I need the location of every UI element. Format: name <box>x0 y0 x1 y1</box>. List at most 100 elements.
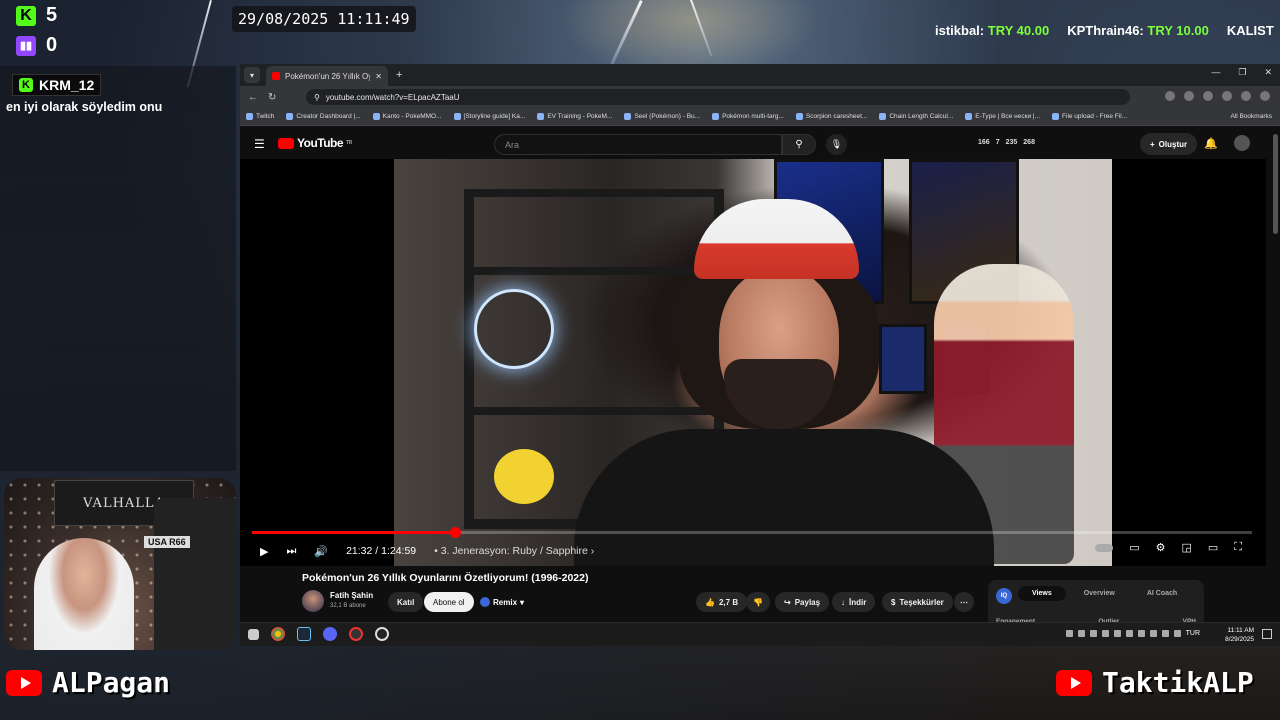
bookmark-icon <box>795 113 803 120</box>
reload-icon[interactable]: ↻ <box>268 92 276 103</box>
bookmark[interactable]: File upload - Free Fil... <box>1052 113 1127 120</box>
taskbar-clock[interactable]: 11:11 AM 8/29/2025 <box>1225 626 1254 644</box>
extension-icon[interactable] <box>1184 91 1194 101</box>
tray-icon[interactable] <box>1125 630 1133 637</box>
app-icon[interactable] <box>375 627 389 641</box>
all-bookmarks[interactable]: All Bookmarks <box>1230 113 1272 120</box>
more-actions-button[interactable]: ⋯ <box>954 592 974 612</box>
menu-icon[interactable] <box>1260 91 1270 101</box>
notifications-bell-icon[interactable]: 🔔 <box>1204 137 1218 150</box>
subscribe-button[interactable]: Abone ol <box>424 592 474 612</box>
tray-icon[interactable] <box>1137 630 1145 637</box>
maximize-button[interactable]: ❐ <box>1238 67 1246 78</box>
obs-icon[interactable] <box>349 627 363 641</box>
tray-icon[interactable] <box>1149 630 1157 637</box>
download-button[interactable]: ↓ İndir <box>832 592 876 612</box>
bookmark[interactable]: Kanto - PokeMMO... <box>372 113 442 120</box>
channel-name[interactable]: Fatih Şahin <box>330 591 373 600</box>
language-indicator[interactable]: TUR <box>1186 630 1200 637</box>
dislike-button[interactable]: 👎 <box>746 592 770 612</box>
plush <box>494 449 554 504</box>
video-player[interactable]: ▶ ⏭ 🔊 21:32 / 1:24:59 • 3. Jenerasyon: R… <box>240 159 1266 566</box>
chrome-icon[interactable] <box>271 627 285 641</box>
hamburger-menu-icon[interactable]: ☰ <box>254 137 265 151</box>
subtitles-icon[interactable]: ▭ <box>1129 541 1139 554</box>
settings-gear-icon[interactable]: ⚙ <box>1156 541 1166 554</box>
download-icon: ↓ <box>841 597 845 607</box>
panel-tabs: Views Overview AI Coach <box>1018 586 1191 601</box>
youtube-logo[interactable]: YouTube TR <box>278 136 352 150</box>
site-info-icon[interactable]: ⚲ <box>314 93 320 102</box>
back-icon[interactable]: ← <box>248 92 258 103</box>
bookmark-icon <box>712 113 720 120</box>
start-icon[interactable] <box>248 628 259 640</box>
progress-bar[interactable] <box>252 527 1252 538</box>
new-tab-button[interactable]: + <box>396 69 402 81</box>
youtube-icon <box>278 137 294 149</box>
share-button[interactable]: ↪ Paylaş <box>775 592 830 612</box>
bookmarks-bar: Twitch Creator Dashboard |... Kanto - Po… <box>240 108 1280 126</box>
steam-icon[interactable] <box>297 627 311 641</box>
bookmark[interactable]: Pokémon multi-targ... <box>712 113 784 120</box>
tray-icon[interactable] <box>1161 630 1169 637</box>
subscriber-count: 32,1 B abone <box>330 603 366 609</box>
bookmark[interactable]: [Storyline guide] Ka... <box>453 113 525 120</box>
close-window-button[interactable]: ✕ <box>1264 67 1272 78</box>
channel-avatar[interactable] <box>302 590 324 612</box>
bookmark[interactable]: Scorpion caresheet... <box>795 113 867 120</box>
bookmark-icon <box>537 113 545 120</box>
bookmark[interactable]: Creator Dashboard |... <box>286 113 361 120</box>
discord-icon[interactable] <box>323 627 337 641</box>
twitch-count: 0 <box>46 34 58 56</box>
notification-center-icon[interactable] <box>1262 629 1272 639</box>
chapter-title[interactable]: • 3. Jenerasyon: Ruby / Sapphire › <box>434 545 594 557</box>
tray-icon[interactable] <box>1089 630 1097 637</box>
tray-icon[interactable] <box>1077 630 1085 637</box>
remix-button[interactable]: Remix ▾ <box>480 597 524 607</box>
extension-icon[interactable] <box>1222 91 1232 101</box>
tab-overview[interactable]: Overview <box>1070 586 1129 601</box>
voice-search-button[interactable]: 🎙 <box>826 134 847 155</box>
extension-icon[interactable] <box>1203 91 1213 101</box>
miniplayer-icon[interactable]: ◲ <box>1181 541 1191 554</box>
kick-icon: K <box>19 78 33 92</box>
tray-icon[interactable] <box>1113 630 1121 637</box>
search-button[interactable]: ⚲ <box>782 134 816 155</box>
volume-icon[interactable]: 🔊 <box>314 545 328 558</box>
account-avatar[interactable] <box>1234 135 1250 151</box>
chat-message: en iyi olarak söyledim onu <box>6 100 163 114</box>
create-button[interactable]: + Oluştur <box>1140 133 1198 155</box>
extension-icon[interactable] <box>1165 91 1175 101</box>
profile-icon[interactable] <box>1241 91 1251 101</box>
url-field[interactable]: ⚲ youtube.com/watch?v=ELpacAZTaaU <box>306 89 1130 105</box>
bookmark[interactable]: E-Type | Bce нески |... <box>965 113 1040 120</box>
close-tab-icon[interactable]: ✕ <box>375 72 382 81</box>
next-button[interactable]: ⏭ <box>286 545 296 558</box>
bookmark[interactable]: Seel (Pokémon) - Bu... <box>624 113 700 120</box>
thanks-button[interactable]: $ Teşekkürler <box>882 592 953 612</box>
minimize-button[interactable]: — <box>1211 67 1220 78</box>
bookmark[interactable]: Twitch <box>246 113 274 120</box>
bookmark[interactable]: Chain Length Calcul... <box>879 113 953 120</box>
theater-mode-icon[interactable]: ▭ <box>1208 541 1218 554</box>
browser-tab[interactable]: Pokémon'un 26 Yıllık Oyunların ✕ <box>266 66 388 86</box>
tab-search-button[interactable]: ▾ <box>244 67 260 83</box>
autoplay-toggle[interactable] <box>1095 543 1114 552</box>
player-controls: ▶ ⏭ 🔊 21:32 / 1:24:59 • 3. Jenerasyon: R… <box>260 541 1252 561</box>
donation-item: KALIST <box>1226 23 1274 38</box>
tab-views[interactable]: Views <box>1018 586 1066 601</box>
tray-icon[interactable] <box>1101 630 1109 637</box>
play-button[interactable]: ▶ <box>260 545 268 558</box>
tab-ai-coach[interactable]: AI Coach <box>1133 586 1191 601</box>
chat-overlay: K KRM_12 en iyi olarak söyledim onu <box>0 66 236 471</box>
search-input[interactable]: Ara <box>494 134 782 155</box>
page-scrollbar[interactable] <box>1273 134 1278 234</box>
windows-taskbar: TUR 11:11 AM 8/29/2025 <box>240 622 1280 646</box>
tray-icon[interactable] <box>1173 630 1181 637</box>
tray-icon[interactable] <box>1065 630 1073 637</box>
join-button[interactable]: Katıl <box>388 592 424 612</box>
bookmark[interactable]: EV Training - PokeM... <box>537 113 612 120</box>
fullscreen-icon[interactable]: ⛶ <box>1234 541 1242 554</box>
progress-scrubber[interactable] <box>450 527 461 538</box>
like-button[interactable]: 👍 2,7 B <box>696 592 748 612</box>
